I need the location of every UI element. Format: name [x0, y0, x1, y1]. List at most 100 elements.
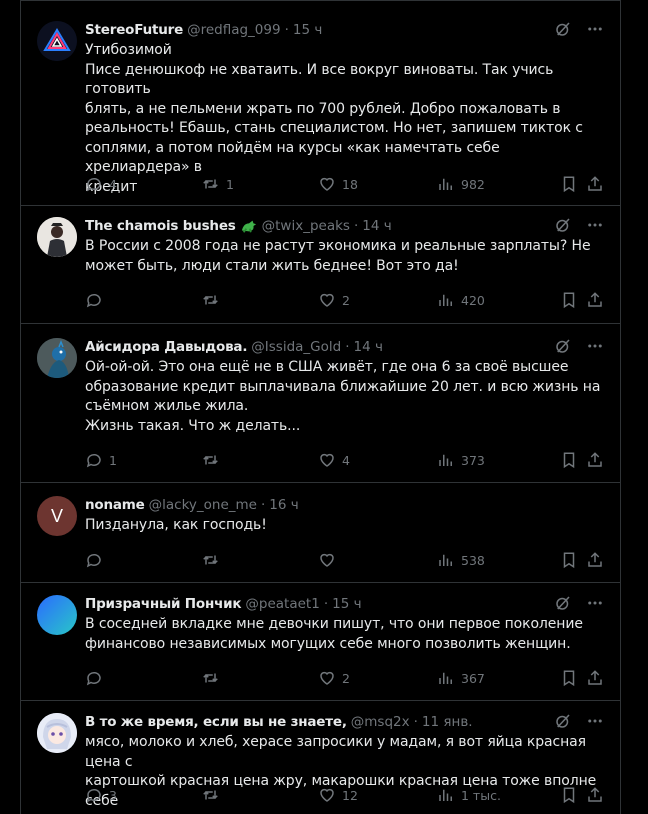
grok-icon[interactable] — [554, 594, 572, 612]
like-button[interactable] — [318, 551, 342, 569]
reply-count: 1 — [109, 452, 117, 468]
share-button[interactable] — [586, 669, 604, 687]
avatar[interactable] — [37, 217, 77, 257]
more-icon[interactable] — [586, 20, 604, 38]
author-name[interactable]: StereoFuture — [85, 20, 183, 40]
author-name[interactable]: The chamois bushes — [85, 216, 236, 236]
avatar[interactable] — [37, 595, 77, 635]
author-handle[interactable]: @twix_peaks — [262, 216, 350, 236]
share-icon — [588, 452, 602, 467]
tweet[interactable]: The chamois bushes @twix_peaks · 14 ч В … — [21, 206, 620, 324]
reply-button[interactable]: 1 — [85, 451, 117, 469]
views-button[interactable]: 367 — [437, 669, 485, 687]
views-count: 373 — [461, 452, 485, 468]
grok-icon[interactable] — [554, 20, 572, 38]
timestamp[interactable]: 15 ч — [293, 20, 322, 40]
retweet-button[interactable] — [201, 451, 226, 469]
tweet-text: Пизданула, как господь! — [85, 517, 267, 533]
bookmark-button[interactable] — [560, 175, 578, 193]
retweet-button[interactable]: 1 — [201, 175, 234, 193]
timeline-feed: StereoFuture @redflag_099 · 15 ч Утибози… — [20, 0, 621, 814]
reply-button[interactable] — [85, 551, 109, 569]
bookmark-icon — [563, 552, 575, 569]
author-handle[interactable]: @peataet1 — [245, 594, 319, 614]
separator-dot: · — [323, 596, 329, 612]
bookmark-button[interactable] — [560, 291, 578, 309]
avatar[interactable]: V — [37, 496, 77, 536]
more-icon[interactable] — [586, 594, 604, 612]
tweet[interactable]: В то же время, если вы не знаете, @msq2x… — [21, 701, 620, 814]
bookmark-button[interactable] — [560, 451, 578, 469]
timestamp[interactable]: 14 ч — [354, 337, 383, 357]
timestamp[interactable]: 11 янв. — [422, 712, 473, 732]
more-icon[interactable] — [586, 216, 604, 234]
bookmark-button[interactable] — [560, 551, 578, 569]
reply-button[interactable]: 4 — [85, 175, 117, 193]
author-handle[interactable]: @Issida_Gold — [251, 337, 341, 357]
share-button[interactable] — [586, 291, 604, 309]
separator-dot: · — [413, 714, 418, 730]
like-button[interactable]: 2 — [318, 669, 350, 687]
avatar[interactable] — [37, 713, 77, 753]
views-button[interactable]: 1 тыс. — [437, 786, 501, 804]
tweet[interactable]: StereoFuture @redflag_099 · 15 ч Утибози… — [21, 0, 620, 206]
author-name[interactable]: Айсидора Давыдова. — [85, 337, 247, 357]
views-button[interactable]: 420 — [437, 291, 485, 309]
views-icon — [439, 294, 452, 306]
author-handle[interactable]: @lacky_one_me — [149, 495, 257, 515]
like-button[interactable]: 4 — [318, 451, 350, 469]
timestamp[interactable]: 16 ч — [269, 495, 298, 515]
views-icon — [439, 789, 452, 801]
like-count: 12 — [342, 787, 358, 803]
like-button[interactable]: 12 — [318, 786, 358, 804]
tweet[interactable]: V noname @lacky_one_me · 16 ч Пизданула,… — [21, 483, 620, 583]
peacock-photo — [37, 338, 77, 378]
views-icon — [439, 554, 452, 566]
author-name[interactable]: В то же время, если вы не знаете, — [85, 712, 347, 732]
reply-icon — [86, 553, 101, 568]
reply-button[interactable]: 3 — [85, 786, 117, 804]
reply-button[interactable] — [85, 669, 109, 687]
author-name[interactable]: noname — [85, 495, 145, 515]
bookmark-button[interactable] — [560, 669, 578, 687]
share-icon — [588, 176, 602, 191]
retweet-icon — [203, 295, 218, 305]
avatar[interactable] — [37, 21, 77, 61]
heart-icon — [320, 788, 334, 802]
retweet-button[interactable] — [201, 786, 226, 804]
more-icon[interactable] — [586, 712, 604, 730]
tweet[interactable]: Призрачный Пончик @peataet1 · 15 ч В сос… — [21, 583, 620, 701]
bookmark-button[interactable] — [560, 786, 578, 804]
more-icon[interactable] — [586, 337, 604, 355]
avatar[interactable] — [37, 338, 77, 378]
grok-icon[interactable] — [554, 216, 572, 234]
reply-button[interactable] — [85, 291, 109, 309]
timestamp[interactable]: 14 ч — [362, 216, 391, 236]
separator-dot: · — [284, 22, 289, 38]
share-button[interactable] — [586, 786, 604, 804]
tweet[interactable]: Айсидора Давыдова. @Issida_Gold · 14 ч О… — [21, 324, 620, 483]
grok-icon[interactable] — [554, 712, 572, 730]
author-name[interactable]: Призрачный Пончик — [85, 594, 242, 614]
share-button[interactable] — [586, 451, 604, 469]
retweet-button[interactable] — [201, 551, 226, 569]
timestamp[interactable]: 15 ч — [332, 594, 361, 614]
views-button[interactable]: 982 — [437, 175, 485, 193]
like-button[interactable]: 18 — [318, 175, 358, 193]
views-button[interactable]: 538 — [437, 551, 485, 569]
reply-icon — [86, 453, 101, 468]
views-count: 538 — [461, 552, 485, 568]
author-handle[interactable]: @msq2x — [351, 712, 410, 732]
retweet-button[interactable] — [201, 291, 226, 309]
author-handle[interactable]: @redflag_099 — [187, 20, 281, 40]
grok-icon[interactable] — [554, 337, 572, 355]
retweet-button[interactable] — [201, 669, 226, 687]
views-button[interactable]: 373 — [437, 451, 485, 469]
views-icon — [439, 454, 452, 466]
share-icon — [588, 787, 602, 802]
like-button[interactable]: 2 — [318, 291, 350, 309]
share-button[interactable] — [586, 175, 604, 193]
retweet-icon — [203, 790, 218, 800]
like-count: 18 — [342, 176, 358, 192]
share-button[interactable] — [586, 551, 604, 569]
